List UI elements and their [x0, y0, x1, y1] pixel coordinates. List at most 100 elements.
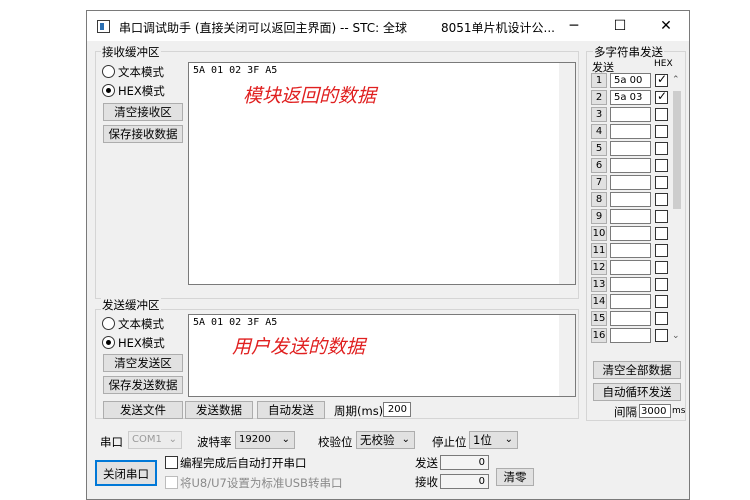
multi-send-row-input[interactable] — [610, 192, 651, 207]
multi-send-row-hex-checkbox[interactable] — [655, 72, 668, 87]
multi-send-row-button[interactable]: 15 — [591, 311, 607, 326]
multi-send-row-button[interactable]: 5 — [591, 141, 607, 156]
multi-send-row-hex-checkbox[interactable] — [655, 244, 668, 257]
multi-send-row-input[interactable] — [610, 141, 651, 156]
multi-send-row-hex-checkbox[interactable] — [655, 125, 668, 138]
sent-count-label: 发送 — [415, 456, 438, 470]
multi-send-row-hex-checkbox[interactable] — [655, 312, 668, 325]
recv-count-label: 接收 — [415, 475, 438, 489]
multi-send-row-button[interactable]: 16 — [591, 328, 607, 343]
receive-text-mode-radio[interactable] — [102, 65, 115, 78]
window-title-right: 8051单片机设计公... — [441, 21, 555, 35]
send-group-label: 发送缓冲区 — [101, 297, 161, 313]
multi-send-row-input[interactable] — [610, 158, 651, 173]
multi-send-row-hex-checkbox[interactable] — [655, 261, 668, 274]
multi-send-row-button[interactable]: 13 — [591, 277, 607, 292]
multi-send-row-button[interactable]: 10 — [591, 226, 607, 241]
send-data-button[interactable]: 发送数据 — [185, 401, 253, 419]
multi-send-row-input[interactable] — [610, 260, 651, 275]
multi-send-row-hex-checkbox[interactable] — [655, 210, 668, 223]
multi-send-row-input[interactable] — [610, 328, 651, 343]
receive-annotation: 模块返回的数据 — [243, 85, 377, 107]
send-text-mode-radio[interactable] — [102, 317, 115, 330]
receive-hex-mode-radio[interactable] — [102, 84, 115, 97]
auto-send-button[interactable]: 自动发送 — [257, 401, 325, 419]
clear-send-button[interactable]: 清空发送区 — [103, 354, 183, 372]
title-bar: 串口调试助手 (直接关闭可以返回主界面) -- STC: 全球 8051单片机设… — [87, 11, 689, 41]
multi-send-row-hex-checkbox[interactable] — [655, 227, 668, 240]
multi-send-row-input[interactable] — [610, 209, 651, 224]
multi-send-row-button[interactable]: 6 — [591, 158, 607, 173]
receive-group-label: 接收缓冲区 — [101, 44, 161, 60]
send-file-button[interactable]: 发送文件 — [103, 401, 183, 419]
save-receive-button[interactable]: 保存接收数据 — [103, 125, 183, 143]
period-input[interactable]: 200 — [383, 402, 411, 417]
maximize-button[interactable]: ☐ — [597, 11, 643, 41]
multi-send-row-input[interactable] — [610, 175, 651, 190]
parity-select[interactable]: 无校验 ⌄ — [356, 431, 415, 449]
save-send-button[interactable]: 保存发送数据 — [103, 376, 183, 394]
baud-value: 19200 — [239, 434, 271, 445]
multi-send-row-input[interactable] — [610, 124, 651, 139]
multi-send-row-button[interactable]: 7 — [591, 175, 607, 190]
multi-send-row-hex-checkbox[interactable] — [655, 193, 668, 206]
multi-send-row-input[interactable]: 5a 00 — [610, 73, 651, 88]
receive-scrollbar[interactable] — [559, 63, 575, 284]
multi-send-row-hex-checkbox[interactable] — [655, 89, 668, 104]
multi-send-row-hex-checkbox[interactable] — [655, 142, 668, 155]
port-value: COM1 — [132, 434, 162, 445]
multi-send-row-hex-checkbox[interactable] — [655, 278, 668, 291]
close-port-button[interactable]: 关闭串口 — [95, 460, 157, 486]
auto-loop-send-button[interactable]: 自动循环发送 — [593, 383, 681, 401]
multi-send-row-button[interactable]: 3 — [591, 107, 607, 122]
multi-send-row-button[interactable]: 8 — [591, 192, 607, 207]
multi-send-row-hex-checkbox[interactable] — [655, 295, 668, 308]
multi-send-row-button[interactable]: 12 — [591, 260, 607, 275]
multi-send-row-button[interactable]: 11 — [591, 243, 607, 258]
multi-send-row-hex-checkbox[interactable] — [655, 176, 668, 189]
multi-send-row-button[interactable]: 2 — [591, 90, 607, 105]
multi-send-row-hex-checkbox[interactable] — [655, 108, 668, 121]
multi-send-row-hex-checkbox[interactable] — [655, 159, 668, 172]
clear-receive-button[interactable]: 清空接收区 — [103, 103, 183, 121]
send-content: 5A 01 02 3F A5 — [193, 317, 278, 328]
sent-count: 0 — [440, 455, 489, 470]
port-label: 串口 — [100, 435, 123, 449]
multi-send-row-button[interactable]: 4 — [591, 124, 607, 139]
minimize-button[interactable]: ─ — [551, 11, 597, 41]
reset-count-button[interactable]: 清零 — [496, 468, 534, 486]
serial-assistant-window: 串口调试助手 (直接关闭可以返回主界面) -- STC: 全球 8051单片机设… — [86, 10, 690, 500]
auto-open-checkbox[interactable] — [165, 456, 178, 469]
multi-send-row-input[interactable] — [610, 311, 651, 326]
multi-send-row-input[interactable] — [610, 277, 651, 292]
period-label: 周期(ms) — [334, 404, 384, 418]
stop-bits-select[interactable]: 1位 ⌄ — [469, 431, 518, 449]
port-chevron-down-icon: ⌄ — [168, 434, 177, 445]
multi-send-row-input[interactable]: 5a 03 — [610, 90, 651, 105]
send-annotation: 用户发送的数据 — [232, 336, 366, 358]
multi-send-row-hex-checkbox[interactable] — [655, 329, 668, 342]
send-hex-mode-radio[interactable] — [102, 336, 115, 349]
multi-send-title: 多字符串发送 — [593, 44, 664, 60]
port-select[interactable]: COM1 ⌄ — [128, 431, 182, 449]
scroll-up-icon[interactable]: ⌃ — [672, 75, 680, 85]
stop-bits-value: 1位 — [473, 433, 492, 447]
send-scrollbar[interactable] — [559, 315, 575, 396]
multi-send-row-input[interactable] — [610, 226, 651, 241]
scroll-thumb[interactable] — [673, 91, 681, 209]
multi-send-row-button[interactable]: 9 — [591, 209, 607, 224]
multi-send-row-button[interactable]: 14 — [591, 294, 607, 309]
multi-send-col-hex: HEX — [654, 59, 673, 69]
baud-select[interactable]: 19200 ⌄ — [235, 431, 295, 449]
clear-all-data-button[interactable]: 清空全部数据 — [593, 361, 681, 379]
scroll-down-icon[interactable]: ⌄ — [672, 331, 680, 341]
interval-input[interactable]: 3000 — [639, 404, 671, 418]
multi-send-row-input[interactable] — [610, 243, 651, 258]
close-window-button[interactable]: ✕ — [643, 11, 689, 41]
multi-send-row-button[interactable]: 1 — [591, 73, 607, 88]
multi-send-row-input[interactable] — [610, 294, 651, 309]
usb-serial-checkbox[interactable] — [165, 476, 178, 489]
multi-send-row-input[interactable] — [610, 107, 651, 122]
multi-send-scrollbar[interactable]: ⌃ ⌄ — [670, 73, 684, 345]
interval-unit: ms — [672, 406, 686, 416]
